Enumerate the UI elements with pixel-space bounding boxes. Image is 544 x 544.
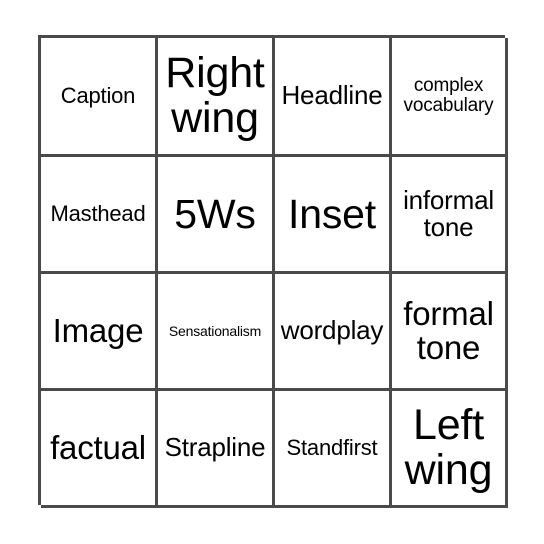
bingo-cell-label: Headline xyxy=(281,80,383,111)
bingo-cell-label: Masthead xyxy=(50,200,146,226)
bingo-cell[interactable]: Standfirst xyxy=(275,391,392,508)
bingo-cell-label: Strapline xyxy=(164,432,266,463)
bingo-cell[interactable]: informal tone xyxy=(392,157,508,274)
bingo-cell-label: complex vocabulary xyxy=(403,75,494,116)
bingo-cell[interactable]: Image xyxy=(41,274,158,391)
bingo-cell[interactable]: Inset xyxy=(275,157,392,274)
bingo-cell[interactable]: Right wing xyxy=(158,38,275,157)
bingo-cell[interactable]: Masthead xyxy=(41,157,158,274)
bingo-cell-label: wordplay xyxy=(280,315,384,346)
bingo-cell-label: formal tone xyxy=(403,294,494,366)
bingo-cell[interactable]: wordplay xyxy=(275,274,392,391)
bingo-cell-label: Right wing xyxy=(165,49,265,142)
bingo-cell[interactable]: formal tone xyxy=(392,274,508,391)
bingo-cell[interactable]: Headline xyxy=(275,38,392,157)
bingo-cell[interactable]: Strapline xyxy=(158,391,275,508)
bingo-card-grid: Caption Right wing Headline complex vocabul… xyxy=(38,35,508,508)
bingo-cell-label: Caption xyxy=(60,82,136,108)
bingo-cell-label: Image xyxy=(52,311,144,349)
bingo-cell[interactable]: complex vocabulary xyxy=(392,38,508,157)
bingo-cell[interactable]: Sensationalism xyxy=(158,274,275,391)
bingo-cell-label: Standfirst xyxy=(286,434,378,460)
bingo-cell-label: 5Ws xyxy=(174,190,256,237)
bingo-cell[interactable]: 5Ws xyxy=(158,157,275,274)
bingo-cell[interactable]: factual xyxy=(41,391,158,508)
bingo-cell[interactable]: Left wing xyxy=(392,391,508,508)
bingo-cell-label: Inset xyxy=(288,190,376,237)
bingo-cell-label: informal tone xyxy=(403,184,494,242)
bingo-cell-label: Left wing xyxy=(404,401,493,494)
bingo-cell-label: factual xyxy=(50,428,146,466)
bingo-cell[interactable]: Caption xyxy=(41,38,158,157)
bingo-cell-label: Sensationalism xyxy=(168,322,262,339)
